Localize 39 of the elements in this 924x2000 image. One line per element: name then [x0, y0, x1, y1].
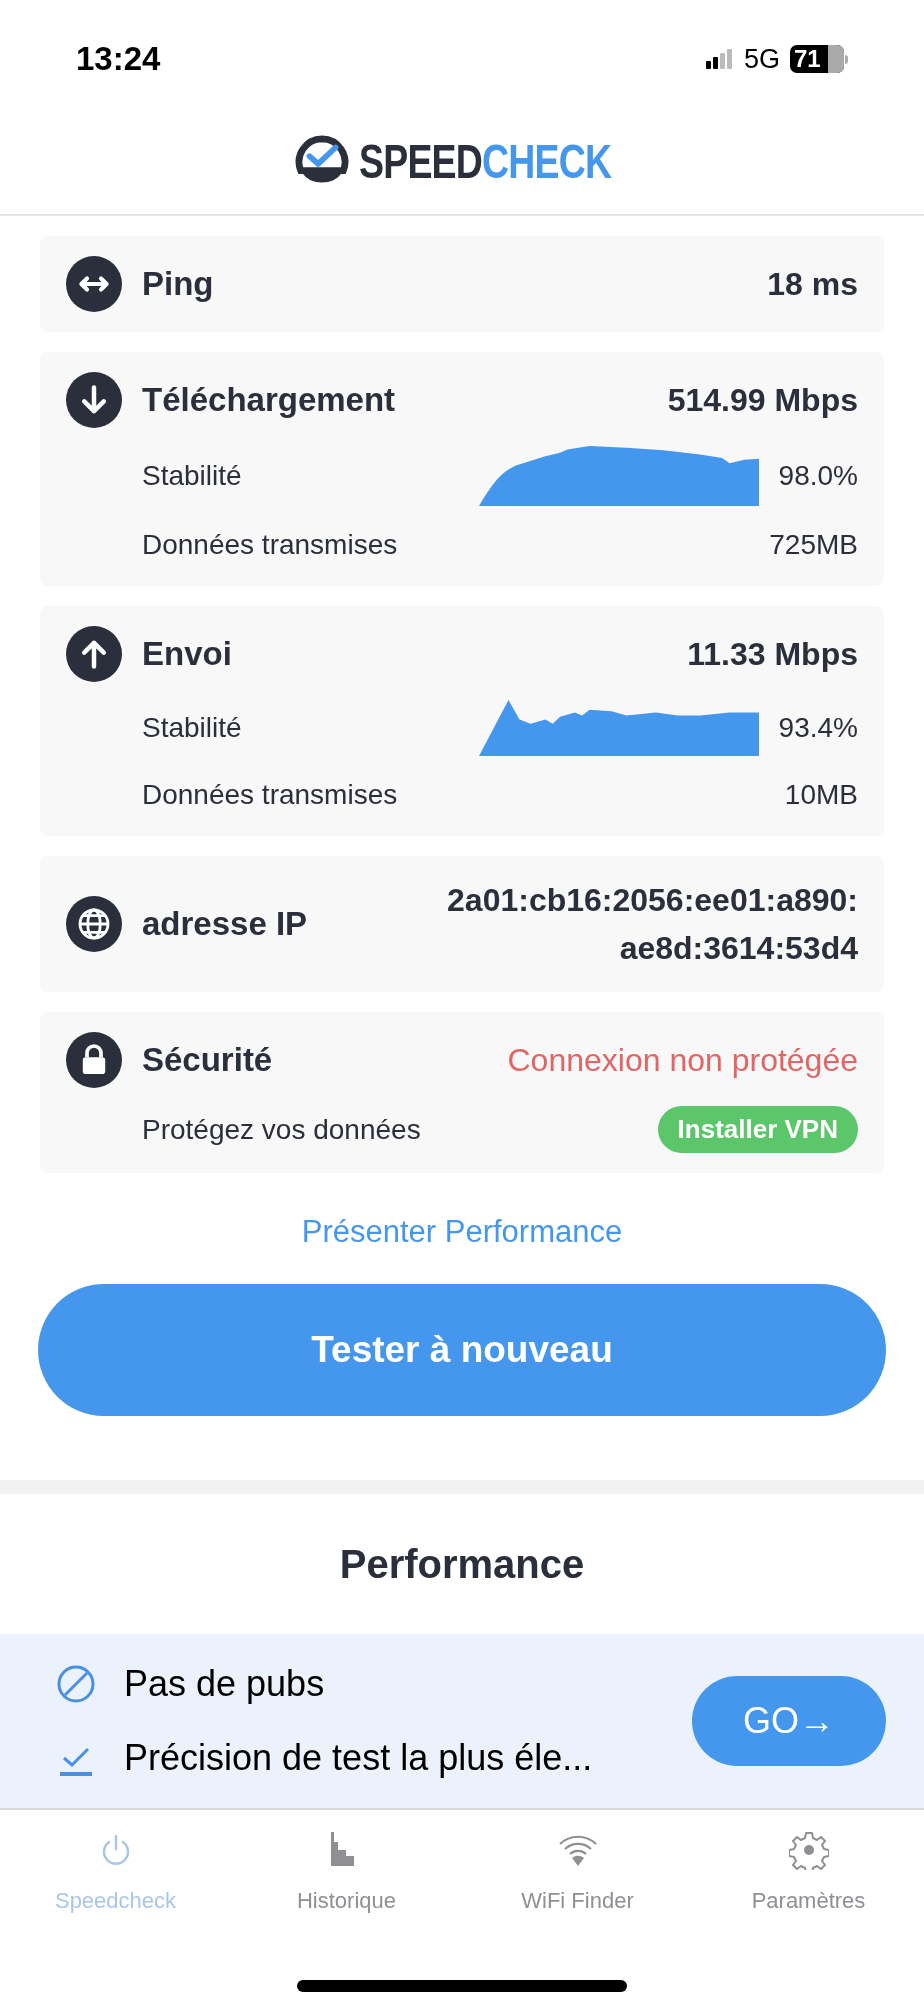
row-value: 93.4% [778, 711, 858, 745]
card-title: Envoi [142, 634, 232, 675]
settings-icon [788, 1829, 829, 1870]
card-value: 514.99 Mbps [667, 381, 858, 420]
row-value: 725MB [769, 528, 858, 562]
feature-text: Précision de test la plus éle... [124, 1735, 593, 1780]
row-label: Protégez vos données [142, 1112, 421, 1147]
card-value: 2a01:cb16:2056:ee01:a890: ae8d:3614:53d4 [447, 881, 858, 968]
card-title: Ping [142, 264, 214, 305]
go-button[interactable]: GO→ [692, 1675, 886, 1766]
row-label: Stabilité [142, 711, 242, 745]
tab[interactable]: Historique [231, 1829, 462, 1960]
card-value: 18 ms [767, 265, 858, 304]
card-value: 11.33 Mbps [687, 635, 858, 674]
row-label: Données transmises [142, 778, 398, 812]
card-title: adresse IP [142, 904, 308, 945]
no-entry-icon [56, 1663, 96, 1704]
tab[interactable]: Speedcheck [0, 1829, 231, 1960]
install-vpn-button[interactable]: Installer VPN [657, 1106, 858, 1153]
signal-icon [705, 49, 734, 69]
row-label: Données transmises [142, 528, 398, 562]
status-time: 13:24 [76, 39, 161, 80]
card-value: Connexion non protégée [507, 1041, 858, 1080]
row-value: 10MB [784, 778, 858, 812]
tab[interactable]: WiFi Finder [462, 1829, 693, 1960]
card-title: Sécurité [142, 1040, 273, 1081]
tab[interactable]: Paramètres [693, 1829, 924, 1960]
card-title: Téléchargement [142, 380, 396, 421]
section-heading: Performance [339, 1540, 585, 1588]
row-value: 98.0% [778, 459, 858, 493]
network-type: 5G [743, 42, 780, 76]
lock-icon [66, 1032, 122, 1088]
battery-indicator: 71 [790, 45, 848, 73]
logo-text: SPEEDCHECK [359, 138, 612, 186]
globe-icon [66, 896, 122, 952]
feature-text: Pas de pubs [124, 1661, 325, 1706]
row-label: Stabilité [142, 459, 242, 493]
show-performance-link[interactable]: Présenter Performance [301, 1209, 623, 1256]
retest-button[interactable]: Tester à nouveau [38, 1283, 886, 1416]
